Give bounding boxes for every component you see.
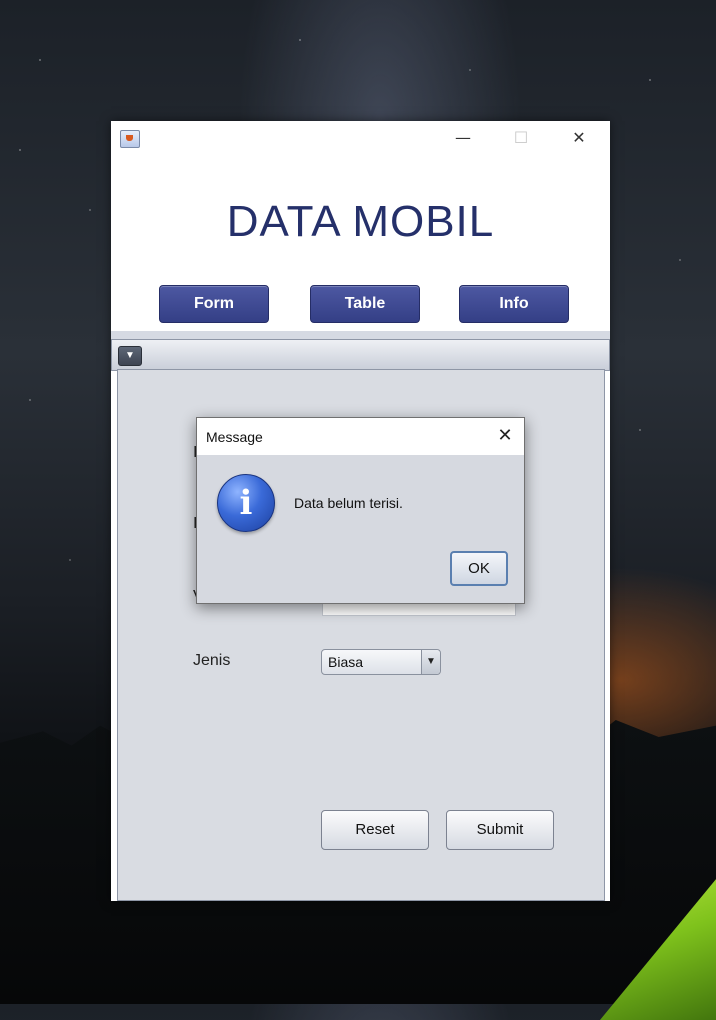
info-icon: i (217, 474, 275, 532)
title-bar: — ☐ ✕ (111, 121, 610, 155)
ok-button[interactable]: OK (450, 551, 508, 586)
close-icon[interactable]: ✕ (492, 423, 518, 449)
chevron-down-icon[interactable]: ▼ (118, 346, 142, 366)
dialog-title: Message (206, 429, 263, 445)
message-dialog: Message ✕ i Data belum terisi. OK (196, 417, 525, 604)
maximize-button[interactable]: ☐ (503, 127, 539, 149)
chevron-down-icon[interactable]: ▼ (421, 650, 440, 674)
app-title: DATA MOBIL (226, 197, 495, 246)
form-button[interactable]: Form (159, 285, 269, 323)
submit-button[interactable]: Submit (446, 810, 554, 850)
info-icon-glyph: i (239, 483, 253, 523)
reset-button[interactable]: Reset (321, 810, 429, 850)
info-button[interactable]: Info (459, 285, 569, 323)
close-button[interactable]: ✕ (561, 127, 597, 149)
dialog-message: Data belum terisi. (294, 495, 403, 511)
java-app-icon (120, 130, 140, 148)
jenis-select[interactable]: Biasa ▼ (321, 649, 441, 675)
dialog-title-bar: Message ✕ (197, 418, 524, 455)
minimize-button[interactable]: — (445, 127, 481, 149)
panel-divider (111, 331, 610, 339)
jenis-select-value: Biasa (328, 654, 364, 670)
table-button[interactable]: Table (310, 285, 420, 323)
jenis-label: Jenis (193, 652, 231, 669)
internal-frame-title-bar: ▼ (111, 339, 610, 371)
